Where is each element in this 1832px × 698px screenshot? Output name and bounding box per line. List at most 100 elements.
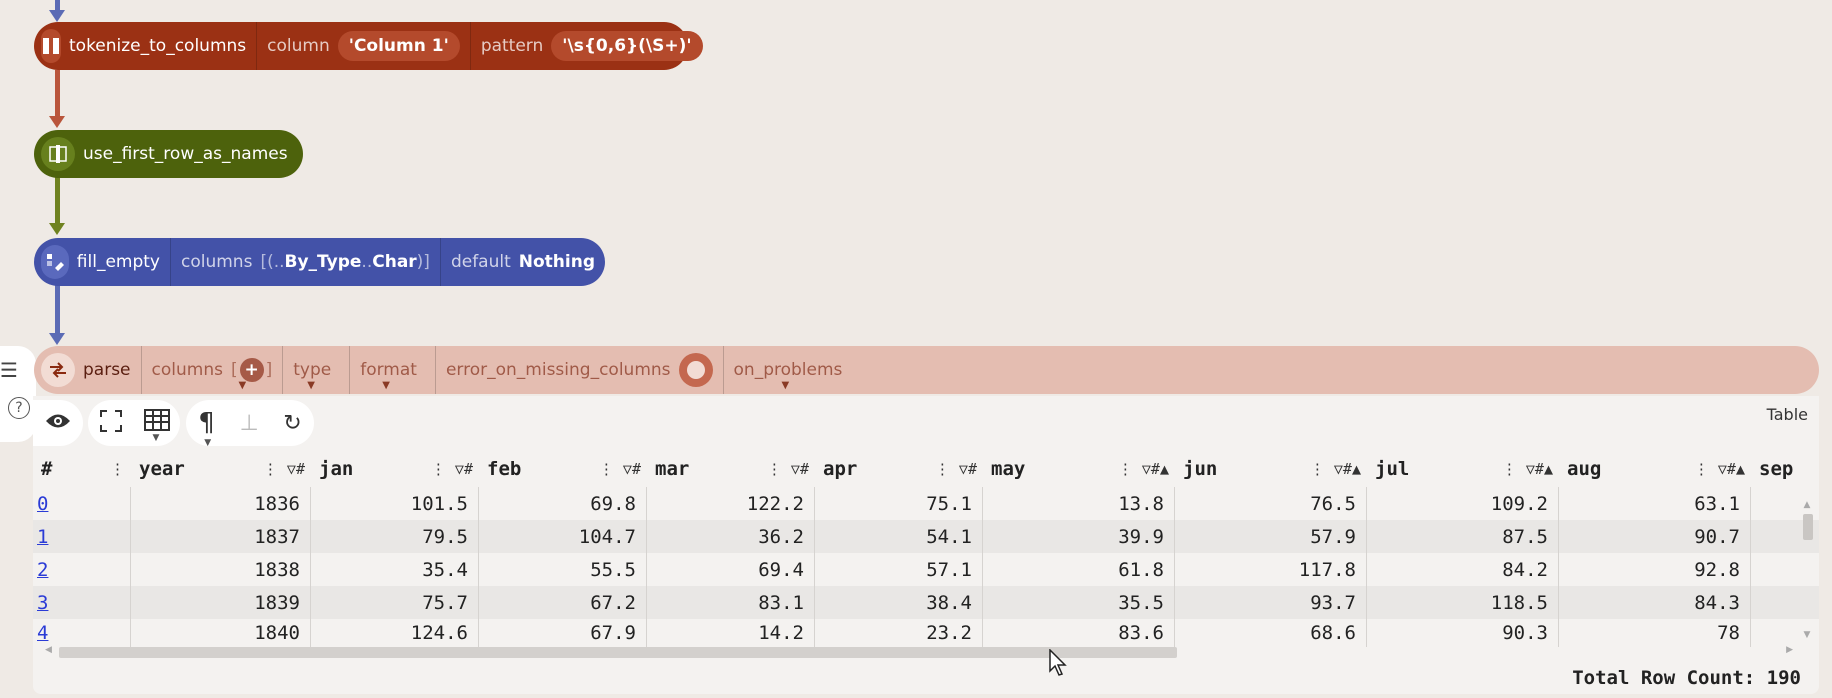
menu-icon[interactable]: ☰: [0, 358, 18, 382]
header-year[interactable]: year ⋮ ▽#: [131, 451, 311, 487]
filter-icon[interactable]: ⋮ ▽#▲: [1118, 460, 1169, 478]
cell: 76.5: [1175, 487, 1367, 520]
toggle-icon[interactable]: [678, 353, 713, 387]
cell: 83.6: [983, 619, 1175, 647]
filter-icon[interactable]: ⋮ ▽#▲: [1310, 460, 1361, 478]
header-sep[interactable]: sep: [1751, 451, 1819, 487]
pattern-value[interactable]: '\s{0,6}(\S+)': [551, 31, 703, 61]
arg-on-problems[interactable]: on_problems ▼: [722, 346, 861, 394]
arg-pattern[interactable]: pattern '\s{0,6}(\S+)': [469, 22, 713, 70]
default-value[interactable]: Nothing: [519, 252, 595, 272]
columns-prefix: [(..: [260, 252, 285, 272]
row-index-link[interactable]: 4: [33, 619, 131, 647]
columns-close: )]: [416, 252, 430, 272]
column-menu-icon[interactable]: ⋮: [110, 460, 125, 478]
columns-char[interactable]: Char: [372, 252, 416, 272]
arg-column[interactable]: column 'Column 1': [256, 22, 470, 70]
component-browser-tab[interactable]: ☰ ?: [0, 346, 36, 442]
columns-by-type[interactable]: By_Type: [285, 252, 362, 272]
cell: 36.2: [647, 520, 815, 553]
column-value[interactable]: 'Column 1': [337, 31, 460, 61]
row-index-link[interactable]: 3: [33, 586, 131, 619]
header-jun[interactable]: jun ⋮ ▽#▲: [1175, 451, 1367, 487]
cell: 93.7: [1175, 586, 1367, 619]
cell: 117.8: [1175, 553, 1367, 586]
filter-icon[interactable]: ⋮ ▽#: [431, 460, 473, 478]
arg-columns[interactable]: columns [ + ] ▼: [140, 346, 283, 394]
refresh-icon[interactable]: ↻: [283, 411, 301, 436]
header-row-icon: [41, 137, 75, 171]
table-header: # ⋮ year ⋮ ▽# jan ⋮ ▽# feb ⋮ ▽# mar ⋮ ▽# apr ⋮…: [33, 451, 1819, 488]
filter-icon[interactable]: ⋮ ▽#: [935, 460, 977, 478]
scroll-down-arrow[interactable]: ▼: [1800, 630, 1814, 640]
arrowhead-fill: [49, 333, 65, 345]
node-tokenize-to-columns[interactable]: tokenize_to_columns column 'Column 1' pa…: [34, 22, 703, 70]
node-parse[interactable]: parse columns [ + ] ▼ type ▼ format ▼ er…: [34, 346, 1819, 394]
header-apr[interactable]: apr ⋮ ▽#: [815, 451, 983, 487]
cell: 78: [1559, 619, 1751, 647]
columns-dots: ..: [361, 252, 373, 272]
row-index-link[interactable]: 2: [33, 553, 131, 586]
dropdown-arrow-icon[interactable]: ▼: [382, 380, 390, 391]
eye-icon[interactable]: [45, 412, 71, 434]
filter-icon[interactable]: ⋮ ▽#: [767, 460, 809, 478]
node-name: use_first_row_as_names: [83, 144, 288, 164]
cell: 67.9: [479, 619, 647, 647]
horizontal-scrollbar-thumb[interactable]: [59, 647, 1177, 658]
arg-type[interactable]: type ▼: [282, 346, 349, 394]
filter-icon[interactable]: ⋮ ▽#: [599, 460, 641, 478]
row-index-link[interactable]: 1: [33, 520, 131, 553]
arg-columns[interactable]: columns [(.. By_Type .. Char )]: [170, 238, 440, 286]
arg-label: columns: [151, 360, 223, 380]
arrowhead-use-first: [49, 223, 65, 235]
format-toolbar: ¶ ▼ ⊥ ↻: [186, 400, 314, 448]
header-aug[interactable]: aug ⋮ ▽#▲: [1559, 451, 1751, 487]
node-fill-empty[interactable]: fill_empty columns [(.. By_Type .. Char …: [34, 238, 605, 286]
header-may[interactable]: may ⋮ ▽#▲: [983, 451, 1175, 487]
cell: 68.6: [1175, 619, 1367, 647]
paragraph-icon[interactable]: ¶ ▼: [198, 408, 215, 448]
cell: 39.9: [983, 520, 1175, 553]
dropdown-arrow-icon[interactable]: ▼: [239, 380, 247, 391]
dropdown-arrow-icon[interactable]: ▼: [307, 380, 315, 391]
node-name: parse: [83, 360, 131, 380]
filter-icon[interactable]: ⋮ ▽#▲: [1694, 460, 1745, 478]
cell: 57.9: [1175, 520, 1367, 553]
filter-icon[interactable]: ⋮ ▽#: [263, 460, 305, 478]
arg-default[interactable]: default Nothing: [439, 238, 605, 286]
scroll-up-arrow[interactable]: ▲: [1800, 500, 1814, 510]
header-jul[interactable]: jul ⋮ ▽#▲: [1367, 451, 1559, 487]
dropdown-arrow-icon[interactable]: ▼: [782, 380, 790, 391]
row-index-link[interactable]: 0: [33, 487, 131, 520]
mouse-cursor-icon: [1049, 648, 1069, 681]
cell: 75.1: [815, 487, 983, 520]
vertical-scrollbar-thumb[interactable]: [1803, 514, 1813, 540]
visualization-type[interactable]: Table: [1767, 405, 1808, 424]
help-icon[interactable]: ?: [8, 397, 30, 419]
cell: 92.8: [1559, 553, 1751, 586]
scroll-right-arrow[interactable]: ▶: [1786, 645, 1793, 655]
cell: 75.7: [311, 586, 479, 619]
cell: 35.5: [983, 586, 1175, 619]
filter-icon[interactable]: ⋮ ▽#▲: [1502, 460, 1553, 478]
header-mar[interactable]: mar ⋮ ▽#: [647, 451, 815, 487]
add-item-icon[interactable]: +: [239, 358, 264, 382]
header-index[interactable]: # ⋮: [33, 451, 131, 487]
table-view-icon[interactable]: ▼: [143, 409, 170, 443]
table-row: 4 1840 124.6 67.9 14.2 23.2 83.6 68.6 90…: [33, 619, 1819, 647]
cell: 1836: [131, 487, 311, 520]
scroll-left-arrow[interactable]: ◀: [45, 645, 52, 655]
node-use-first-row-as-names[interactable]: use_first_row_as_names: [34, 130, 303, 178]
fullscreen-icon[interactable]: [99, 409, 123, 437]
arg-error-on-missing-columns[interactable]: error_on_missing_columns: [434, 346, 723, 394]
cell: 67.2: [479, 586, 647, 619]
cell: 122.2: [647, 487, 815, 520]
header-jan[interactable]: jan ⋮ ▽#: [311, 451, 479, 487]
cell: 63.1: [1559, 487, 1751, 520]
horizontal-scrollbar-track[interactable]: ◀ ▶: [45, 645, 1793, 659]
cell: 38.4: [815, 586, 983, 619]
vertical-scrollbar-track[interactable]: ▲ ▼: [1800, 500, 1814, 640]
arg-format[interactable]: format ▼: [349, 346, 435, 394]
cell: 84.3: [1559, 586, 1751, 619]
header-feb[interactable]: feb ⋮ ▽#: [479, 451, 647, 487]
